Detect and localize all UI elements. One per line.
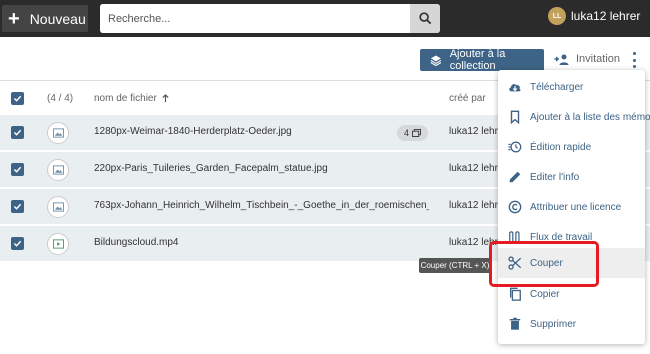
row-checkbox[interactable]: [11, 163, 24, 176]
more-options-icon[interactable]: [630, 52, 638, 68]
download-cloud-icon: [509, 84, 521, 92]
image-file-icon: [52, 202, 64, 212]
menu-item-label: Supprimer: [530, 319, 577, 330]
copyright-icon: [508, 200, 522, 214]
new-button[interactable]: + Nouveau: [2, 5, 88, 32]
invite-button[interactable]: Invitation: [554, 53, 620, 65]
trash-icon: [509, 317, 521, 330]
top-bar: + Nouveau LL luka12 lehrer: [0, 0, 650, 37]
select-all-checkbox[interactable]: [11, 92, 24, 105]
column-header-filename-label: nom de fichier: [94, 93, 157, 104]
menu-item-label: Ajouter à la liste des mémos: [530, 112, 650, 123]
file-name[interactable]: 1280px-Weimar-1840-Herderplatz-Oeder.jpg: [94, 126, 429, 137]
file-thumbnail: [47, 122, 69, 144]
sort-up-icon: [162, 94, 169, 103]
menu-item-add-to-memo-list[interactable]: Ajouter à la liste des mémos: [498, 102, 650, 132]
search-button[interactable]: [410, 4, 440, 33]
menu-item-edit-info[interactable]: Editer l'info: [498, 162, 645, 192]
avatar: LL: [548, 7, 566, 25]
menu-item-assign-license[interactable]: Attribuer une licence: [498, 192, 645, 222]
video-file-icon: [52, 239, 64, 249]
bookmark-icon: [510, 110, 520, 124]
menu-item-label: Copier: [530, 289, 560, 300]
file-thumbnail: [47, 196, 69, 218]
invite-label: Invitation: [576, 53, 621, 65]
column-header-filename[interactable]: nom de fichier: [94, 93, 170, 104]
check-icon: [13, 95, 22, 102]
search-bar: [100, 4, 440, 33]
check-icon: [13, 129, 22, 136]
pencil-icon: [509, 171, 521, 183]
menu-item-label: Édition rapide: [530, 142, 592, 153]
menu-item-download[interactable]: Télécharger: [498, 72, 645, 102]
menu-item-label: Editer l'info: [530, 172, 580, 183]
file-name[interactable]: 220px-Paris_Tuileries_Garden_Facepalm_st…: [94, 163, 429, 174]
menu-item-quick-edit[interactable]: Édition rapide: [498, 132, 645, 162]
add-people-icon: [554, 54, 569, 65]
add-to-collection-label: Ajouter à la collection: [449, 48, 506, 72]
row-checkbox[interactable]: [11, 126, 24, 139]
quick-edit-icon: [508, 141, 522, 153]
row-checkbox[interactable]: [11, 200, 24, 213]
add-to-collection-button[interactable]: Ajouter à la collection: [420, 48, 544, 72]
collection-count: 4: [403, 128, 409, 138]
menu-item-delete[interactable]: Supprimer: [498, 309, 645, 339]
actions-dropdown-menu: Télécharger Ajouter à la liste des mémos…: [498, 70, 650, 344]
check-icon: [13, 166, 22, 173]
search-input[interactable]: [100, 4, 410, 33]
cut-highlight-box: [489, 241, 599, 287]
check-icon: [13, 240, 22, 247]
collection-count-badge: 4: [397, 125, 428, 141]
file-name[interactable]: 763px-Johann_Heinrich_Wilhelm_Tischbein_…: [94, 200, 429, 211]
menu-item-label: Attribuer une licence: [530, 202, 622, 213]
new-button-label: Nouveau: [29, 10, 86, 27]
check-icon: [13, 203, 22, 210]
copy-icon: [509, 287, 521, 301]
layers-icon: [430, 54, 442, 66]
image-file-icon: [52, 128, 64, 138]
selection-count: (4 / 4): [47, 93, 74, 104]
row-checkbox[interactable]: [11, 237, 24, 250]
menu-item-label: Télécharger: [530, 82, 584, 93]
search-icon: [418, 12, 431, 25]
column-header-created-by[interactable]: créé par: [449, 93, 486, 104]
user-menu[interactable]: LL luka12 lehrer: [548, 7, 640, 25]
file-thumbnail: [47, 233, 69, 255]
image-file-icon: [52, 165, 64, 175]
file-name[interactable]: Bildungscloud.mp4: [94, 237, 429, 248]
file-thumbnail: [47, 159, 69, 181]
user-name: luka12 lehrer: [571, 9, 641, 23]
cut-tooltip: Couper (CTRL + X): [419, 258, 491, 273]
plus-icon: +: [8, 7, 20, 30]
collection-icon: [412, 129, 421, 137]
